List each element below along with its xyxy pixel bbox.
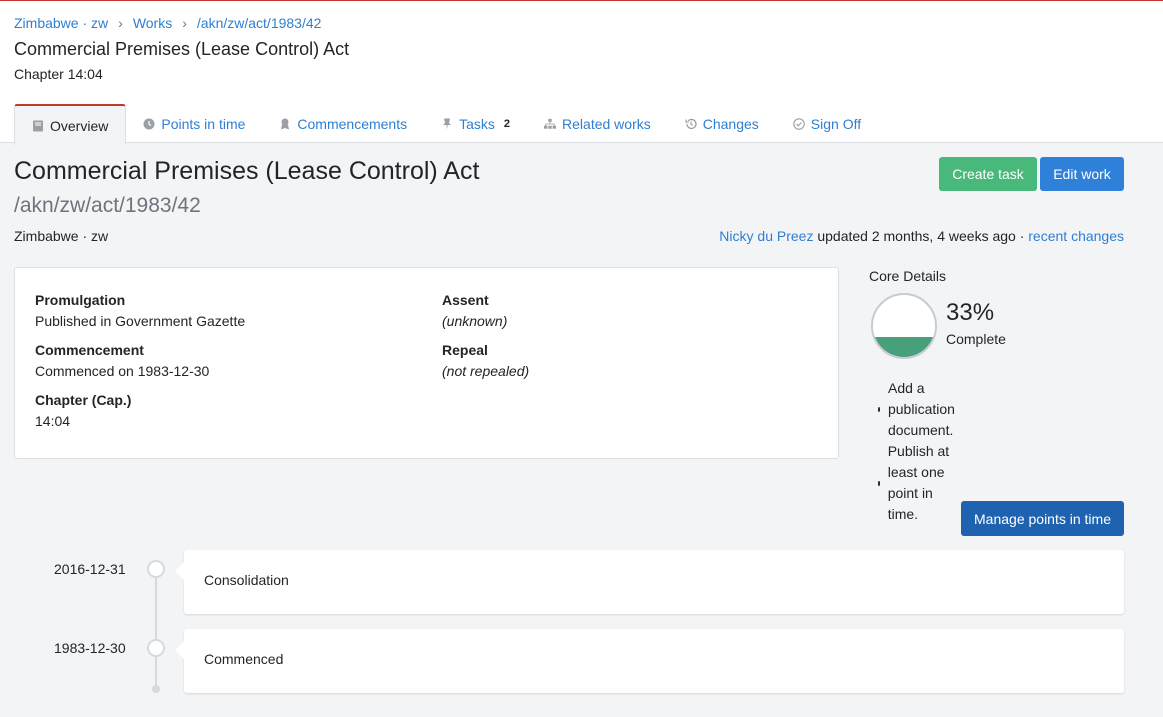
- tab-label: Related works: [562, 116, 651, 132]
- timeline-line: [155, 576, 157, 688]
- assent-label: Assent: [442, 292, 489, 308]
- tab-bar: Overview Points in time Commencements Ta…: [14, 104, 878, 145]
- repeal-value: (not repealed): [442, 363, 530, 379]
- breadcrumb-work-uri[interactable]: /akn/zw/act/1983/42: [197, 15, 322, 31]
- commencement-label: Commencement: [35, 342, 144, 358]
- clock-icon: [143, 118, 155, 130]
- work-title: Commercial Premises (Lease Control) Act: [14, 157, 480, 185]
- assent-field: Assent (unknown): [442, 290, 507, 332]
- work-place: Zimbabwe · zw: [14, 228, 109, 244]
- tab-commencements[interactable]: Commencements: [262, 104, 424, 144]
- assent-value: (unknown): [442, 313, 508, 329]
- tab-label: Tasks: [459, 116, 495, 132]
- timeline-event-label: Consolidation: [204, 572, 289, 588]
- core-details-title: Core Details: [869, 268, 947, 284]
- edit-work-button[interactable]: Edit work: [1040, 157, 1124, 191]
- create-task-button[interactable]: Create task: [939, 157, 1037, 191]
- promulgation-field: Promulgation Published in Government Gaz…: [35, 290, 245, 332]
- tab-sign-off[interactable]: Sign Off: [776, 104, 878, 144]
- history-icon: [685, 118, 697, 130]
- promulgation-label: Promulgation: [35, 292, 126, 308]
- completion-label: Complete: [946, 331, 1006, 347]
- tab-tasks[interactable]: Tasks 2: [424, 104, 527, 144]
- updated-text: updated 2 months, 4 weeks ago ·: [817, 228, 1025, 244]
- breadcrumb-separator: ›: [118, 15, 123, 31]
- tab-overview[interactable]: Overview: [14, 104, 127, 145]
- core-details-panel: Core Details 33% Complete Add a publicat…: [869, 268, 1006, 522]
- top-header: Zimbabwe · zw › Works › /akn/zw/act/1983…: [0, 0, 1163, 145]
- todo-text: Publish at least one point in time.: [887, 443, 950, 522]
- updated-info: Nicky du Preez updated 2 months, 4 weeks…: [719, 228, 1124, 244]
- tab-related-works[interactable]: Related works: [527, 104, 668, 144]
- commencement-field: Commencement Commenced on 1983-12-30: [35, 340, 209, 382]
- todo-text: Add a publication document.: [887, 380, 955, 438]
- sitemap-icon: [544, 118, 557, 129]
- manage-points-in-time-button[interactable]: Manage points in time: [961, 501, 1124, 536]
- repeal-label: Repeal: [442, 342, 488, 358]
- timeline-event-card[interactable]: Consolidation: [175, 550, 1124, 614]
- page-subtitle: Chapter 14:04: [14, 66, 103, 82]
- breadcrumb-works[interactable]: Works: [133, 15, 172, 31]
- timeline-node: [147, 560, 165, 578]
- timeline-date: 1983-12-30: [54, 640, 126, 656]
- award-icon: [281, 118, 290, 130]
- breadcrumb: Zimbabwe · zw › Works › /akn/zw/act/1983…: [14, 15, 321, 31]
- repeal-field: Repeal (not repealed): [442, 340, 529, 382]
- todo-item: Add a publication document.: [878, 378, 958, 441]
- pin-icon: [443, 118, 452, 130]
- tab-label: Points in time: [161, 116, 246, 132]
- timeline-end-dot: [152, 685, 160, 693]
- check-circle-icon: [793, 118, 805, 130]
- timeline-event-label: Commenced: [204, 651, 284, 667]
- bullet-icon: [878, 480, 880, 486]
- promulgation-value: Published in Government Gazette: [35, 313, 246, 329]
- updated-user-link[interactable]: Nicky du Preez: [719, 228, 813, 244]
- page-title: Commercial Premises (Lease Control) Act: [14, 39, 350, 59]
- tasks-count-badge: 2: [503, 118, 511, 130]
- timeline-node: [147, 639, 165, 657]
- bullet-icon: [878, 407, 880, 412]
- todo-list: Add a publication document. Publish at l…: [878, 378, 958, 525]
- chapter-value: 14:04: [35, 413, 71, 429]
- breadcrumb-country[interactable]: Zimbabwe · zw: [14, 15, 108, 31]
- commencement-value: Commenced on 1983-12-30: [35, 363, 210, 379]
- tab-label: Changes: [702, 116, 759, 132]
- completion-percent: 33%: [946, 299, 995, 326]
- work-details-card: Promulgation Published in Government Gaz…: [14, 267, 839, 459]
- breadcrumb-separator: ›: [182, 15, 187, 31]
- chapter-label: Chapter (Cap.): [35, 392, 132, 408]
- tab-changes[interactable]: Changes: [668, 104, 776, 144]
- work-frbr-uri: /akn/zw/act/1983/42: [14, 194, 201, 217]
- tab-label: Sign Off: [810, 116, 862, 132]
- timeline-date: 2016-12-31: [54, 561, 126, 577]
- tab-label: Overview: [50, 117, 109, 134]
- completion-gauge-fill: [873, 336, 935, 357]
- chapter-field: Chapter (Cap.) 14:04: [35, 390, 131, 432]
- timeline-event-card[interactable]: Commenced: [175, 629, 1124, 693]
- completion-gauge: [871, 293, 937, 359]
- tab-label: Commencements: [297, 116, 408, 132]
- book-icon: [33, 120, 43, 131]
- recent-changes-link[interactable]: recent changes: [1028, 228, 1124, 244]
- todo-item: Publish at least one point in time.: [878, 441, 958, 525]
- tab-points-in-time[interactable]: Points in time: [126, 104, 262, 144]
